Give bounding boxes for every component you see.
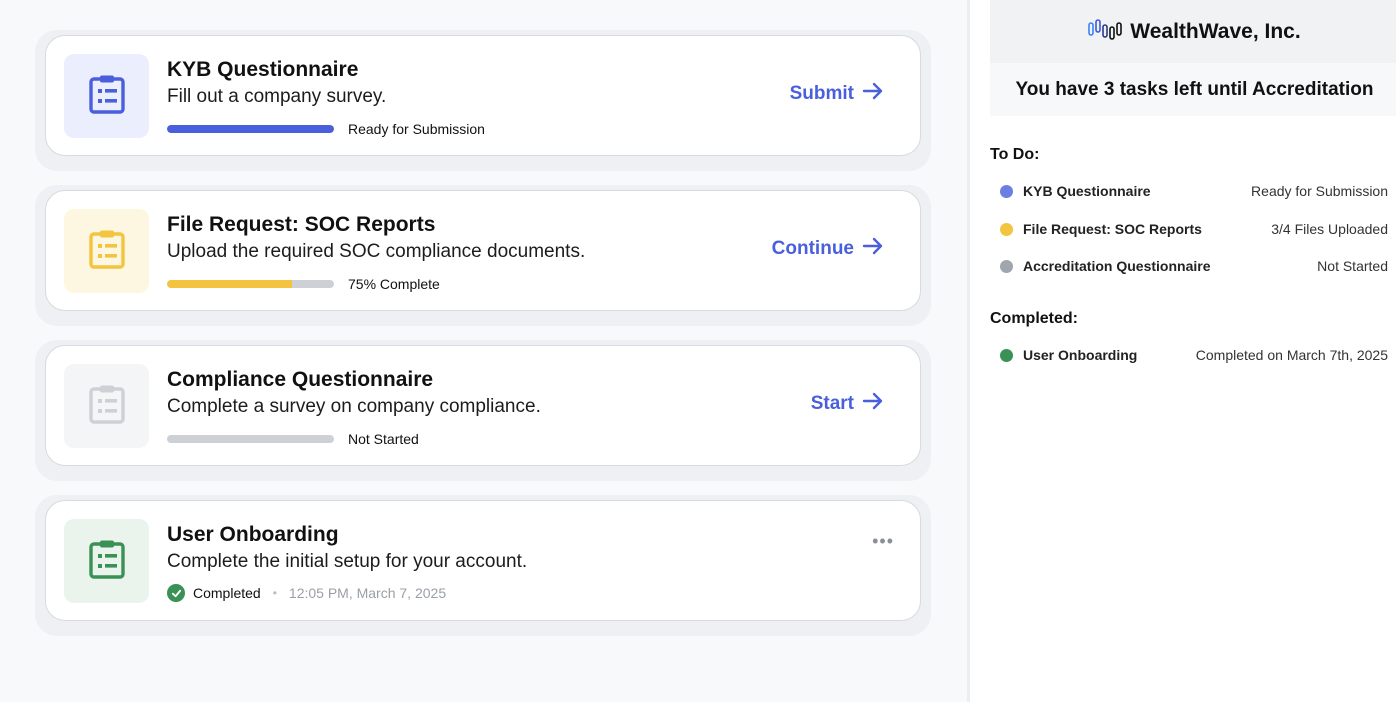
task-status: 75% Complete [348, 276, 440, 292]
bar-chart-logo-icon [1088, 18, 1123, 46]
task-title: KYB Questionnaire [167, 58, 359, 81]
clipboard-list-icon [88, 229, 126, 274]
task-card-wrapper: Compliance Questionnaire Complete a surv… [35, 340, 931, 481]
task-card-onboarding[interactable]: User Onboarding Complete the initial set… [45, 500, 921, 621]
task-subtitle: Fill out a company survey. [167, 86, 387, 107]
status-dot [1000, 222, 1013, 236]
todo-item[interactable]: File Request: SOC Reports 3/4 Files Uplo… [1000, 219, 1388, 239]
task-subtitle: Upload the required SOC compliance docum… [167, 241, 586, 262]
continue-button[interactable]: Continue [772, 237, 884, 261]
todo-section-title: To Do: [990, 146, 1040, 163]
task-tile [64, 54, 149, 138]
task-status: Not Started [348, 431, 419, 447]
task-list: KYB Questionnaire Fill out a company sur… [0, 0, 966, 702]
completion-row: Completed • 12:05 PM, March 7, 2025 [167, 584, 446, 602]
action-label: Start [810, 393, 854, 414]
action-label: Submit [789, 83, 854, 104]
arrow-right-icon [862, 392, 884, 416]
status-dot [1000, 184, 1013, 198]
todo-item[interactable]: Accreditation Questionnaire Not Started [1000, 256, 1388, 276]
task-card-soc-reports[interactable]: File Request: SOC Reports Upload the req… [45, 190, 921, 311]
sidebar-header: WealthWave, Inc. [990, 0, 1396, 63]
todo-item-name: File Request: SOC Reports [1023, 221, 1202, 237]
sidebar: WealthWave, Inc. You have 3 tasks left u… [967, 0, 1396, 702]
completed-status: Completed [193, 585, 261, 601]
task-tile [64, 519, 149, 603]
todo-item-status: Ready for Submission [1251, 183, 1388, 199]
progress-fill [167, 280, 293, 288]
brand-name: WealthWave, Inc. [1130, 19, 1301, 43]
task-card-wrapper: File Request: SOC Reports Upload the req… [35, 185, 931, 326]
completed-item-name: User Onboarding [1023, 347, 1138, 363]
completed-section-title: Completed: [990, 310, 1078, 327]
todo-item-name: Accreditation Questionnaire [1023, 258, 1211, 274]
completed-item-status: Completed on March 7th, 2025 [1195, 347, 1388, 363]
todo-item-status: Not Started [1317, 258, 1388, 274]
todo-item-name: KYB Questionnaire [1023, 183, 1151, 199]
task-title: User Onboarding [167, 523, 339, 546]
action-label: Continue [771, 238, 854, 259]
progress-bar [167, 280, 334, 288]
submit-button[interactable]: Submit [790, 82, 884, 106]
progress-bar [167, 125, 334, 133]
task-card-wrapper: User Onboarding Complete the initial set… [35, 495, 931, 636]
status-dot [1000, 259, 1013, 273]
progress-fill [167, 125, 334, 133]
task-title: Compliance Questionnaire [167, 368, 434, 391]
task-card-kyb[interactable]: KYB Questionnaire Fill out a company sur… [45, 35, 921, 156]
clipboard-list-icon [88, 74, 126, 119]
arrow-right-icon [862, 82, 884, 106]
task-card-wrapper: KYB Questionnaire Fill out a company sur… [35, 30, 931, 171]
brand: WealthWave, Inc. [1088, 18, 1301, 46]
completed-item[interactable]: User Onboarding Completed on March 7th, … [1000, 345, 1388, 365]
task-title: File Request: SOC Reports [167, 213, 436, 236]
task-tile [64, 364, 149, 448]
more-horizontal-icon[interactable]: ••• [872, 531, 894, 552]
tasks-remaining-banner: You have 3 tasks left until Accreditatio… [990, 63, 1396, 116]
task-status: Ready for Submission [348, 121, 485, 137]
todo-item[interactable]: KYB Questionnaire Ready for Submission [1000, 181, 1388, 201]
check-circle-icon [167, 584, 185, 602]
completed-timestamp: 12:05 PM, March 7, 2025 [288, 585, 447, 601]
task-tile [64, 209, 149, 293]
separator-dot: • [272, 586, 277, 600]
status-dot [1000, 348, 1013, 362]
start-button[interactable]: Start [811, 392, 884, 416]
clipboard-list-icon [88, 384, 126, 429]
task-subtitle: Complete a survey on company compliance. [167, 396, 541, 417]
progress-bar [167, 435, 334, 443]
task-card-compliance[interactable]: Compliance Questionnaire Complete a surv… [45, 345, 921, 466]
task-subtitle: Complete the initial setup for your acco… [167, 551, 528, 572]
todo-item-status: 3/4 Files Uploaded [1271, 221, 1388, 237]
arrow-right-icon [862, 237, 884, 261]
clipboard-list-icon [88, 539, 126, 584]
